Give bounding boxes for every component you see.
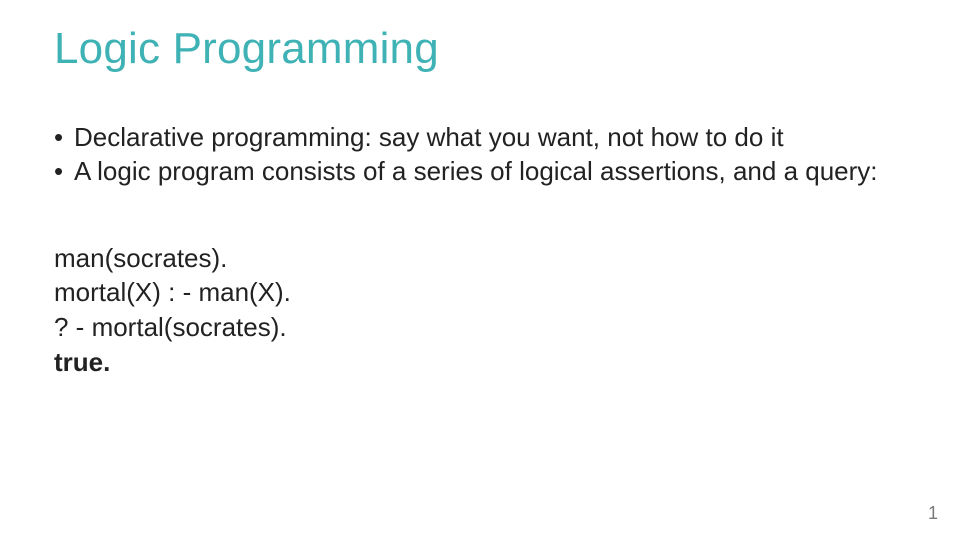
code-line: man(socrates). [54, 241, 906, 276]
code-line: ? - mortal(socrates). [54, 310, 906, 345]
code-line: mortal(X) : - man(X). [54, 275, 906, 310]
slide-title: Logic Programming [54, 24, 906, 74]
page-number: 1 [928, 503, 938, 524]
bullet-text: Declarative programming: say what you wa… [72, 120, 906, 154]
bullet-marker: • [54, 120, 72, 154]
bullet-text: A logic program consists of a series of … [72, 154, 906, 188]
bullet-item: • A logic program consists of a series o… [54, 154, 906, 188]
slide: Logic Programming • Declarative programm… [0, 0, 960, 540]
code-block: man(socrates). mortal(X) : - man(X). ? -… [54, 241, 906, 380]
code-result: true. [54, 345, 906, 380]
bullet-list: • Declarative programming: say what you … [54, 120, 906, 189]
bullet-item: • Declarative programming: say what you … [54, 120, 906, 154]
bullet-marker: • [54, 154, 72, 188]
